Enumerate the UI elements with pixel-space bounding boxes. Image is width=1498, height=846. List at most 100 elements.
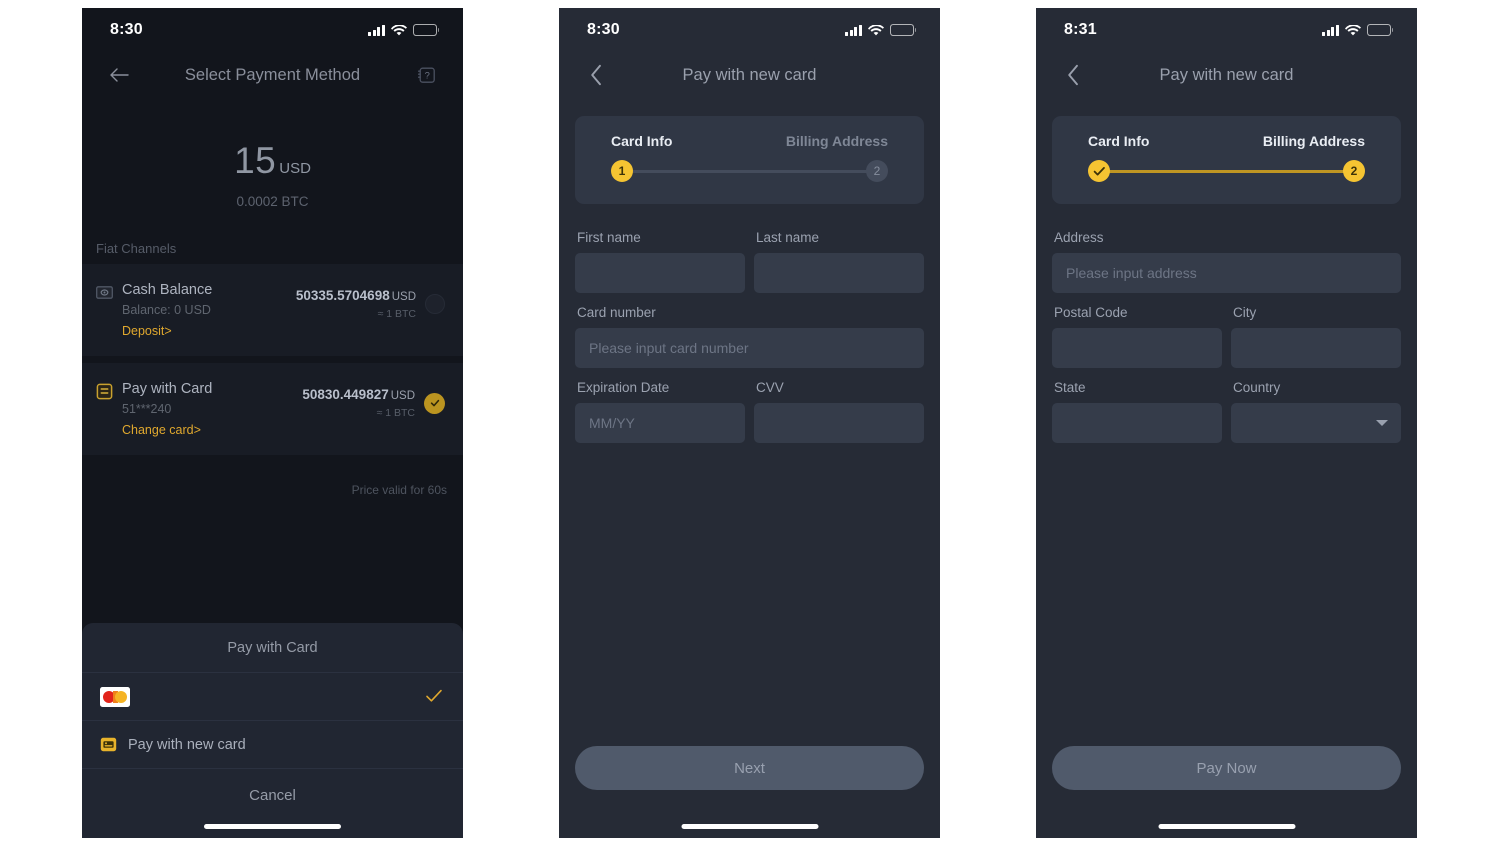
step-dot-2[interactable]: 2 (1343, 160, 1365, 182)
cancel-button[interactable]: Cancel (82, 769, 463, 824)
phone-screen-select-payment-method: 8:30 Select Payment Method ? 15 USD 0.00… (82, 8, 463, 838)
check-icon (1093, 166, 1105, 175)
stepper-connector (622, 169, 877, 173)
sheet-option-saved-mastercard[interactable] (82, 673, 463, 720)
card-number-input[interactable]: Please input card number (575, 328, 924, 368)
address-input[interactable]: Please input address (1052, 253, 1401, 293)
step-dot-1-complete[interactable] (1088, 160, 1110, 182)
form-row-state-country: State Country (1052, 368, 1401, 443)
nav-bar: Pay with new card (559, 52, 940, 98)
screenshot-stage: 8:30 Select Payment Method ? 15 USD 0.00… (0, 0, 1498, 846)
first-name-input[interactable] (575, 253, 745, 293)
step-label-billing-address: Billing Address (785, 133, 888, 149)
rate-wrap: 50335.5704698 USD ≈ 1 BTC (296, 288, 416, 320)
payment-method-info: Pay with Card 51***240 Change card> (122, 381, 302, 437)
rate-row: 50335.5704698 USD (296, 288, 416, 303)
field-label: Card number (577, 305, 656, 320)
cellular-signal-icon (845, 24, 862, 36)
arrow-left-icon (110, 68, 129, 82)
field-label: Address (1054, 230, 1104, 245)
stepper-track: 1 2 (611, 160, 888, 182)
card-info-form: First name Last name Card number Please … (559, 204, 940, 443)
field-label: CVV (756, 380, 784, 395)
field-address: Address Please input address (1052, 230, 1401, 293)
field-card-number: Card number Please input card number (575, 305, 924, 368)
amount-currency: USD (279, 160, 311, 177)
payment-method-pay-with-card[interactable]: Pay with Card 51***240 Change card> 5083… (82, 363, 463, 455)
field-label: Last name (756, 230, 820, 245)
next-button[interactable]: Next (575, 746, 924, 790)
stepper-track: 2 (1088, 160, 1365, 182)
pay-with-card-bottom-sheet: Pay with Card Pay with new card Cancel (82, 623, 463, 838)
rate-wrap: 50830.449827 USD ≈ 1 BTC (302, 387, 415, 419)
deposit-link[interactable]: Deposit> (122, 324, 296, 338)
payment-method-title: Pay with Card (122, 381, 213, 397)
help-button[interactable]: ? (411, 60, 441, 90)
placeholder: MM/YY (589, 415, 635, 431)
field-last-name: Last name (754, 218, 924, 293)
chevron-left-icon (1067, 64, 1078, 86)
home-indicator (681, 824, 818, 829)
field-state: State (1052, 368, 1222, 443)
chevron-down-icon (1376, 420, 1388, 426)
mastercard-icon (100, 686, 130, 707)
amount-value: 15 (234, 140, 277, 181)
payment-method-subtitle: 51***240 (122, 402, 172, 416)
step-dot-1[interactable]: 1 (611, 160, 633, 182)
back-button[interactable] (581, 60, 611, 90)
rate-subtitle: ≈ 1 BTC (377, 308, 416, 320)
wifi-icon (868, 24, 884, 36)
status-bar: 8:30 (82, 8, 463, 52)
change-card-link[interactable]: Change card> (122, 423, 302, 437)
page-title: Pay with new card (682, 65, 817, 84)
amount-block: 15 USD 0.0002 BTC (82, 98, 463, 209)
battery-icon (890, 24, 917, 36)
payment-method-list: Cash Balance Balance: 0 USD Deposit> 503… (82, 264, 463, 455)
card-icon (96, 383, 113, 400)
field-label: Postal Code (1054, 305, 1128, 320)
check-icon (430, 399, 439, 407)
field-expiration-date: Expiration Date MM/YY (575, 368, 745, 443)
battery-icon (1367, 24, 1394, 36)
back-button[interactable] (1058, 60, 1088, 90)
nav-bar: Select Payment Method ? (82, 52, 463, 98)
form-row-postal-city: Postal Code City (1052, 293, 1401, 368)
page-title: Pay with new card (1159, 65, 1294, 84)
step-dot-2[interactable]: 2 (866, 160, 888, 182)
form-row-names: First name Last name (575, 218, 924, 293)
state-input[interactable] (1052, 403, 1222, 443)
radio-selected[interactable] (424, 392, 445, 414)
stepper-labels: Card Info Billing Address (611, 133, 888, 149)
payment-method-cash-balance[interactable]: Cash Balance Balance: 0 USD Deposit> 503… (82, 264, 463, 356)
field-label: State (1054, 380, 1086, 395)
status-time: 8:30 (110, 21, 143, 38)
wifi-icon (1345, 24, 1361, 36)
field-label: City (1233, 305, 1257, 320)
pay-now-button[interactable]: Pay Now (1052, 746, 1401, 790)
back-button[interactable] (104, 60, 134, 90)
step-label-card-info: Card Info (1088, 133, 1150, 149)
radio-unselected[interactable] (425, 294, 445, 314)
field-label: Country (1233, 380, 1281, 395)
placeholder: Please input address (1066, 265, 1197, 281)
status-time: 8:30 (587, 21, 620, 38)
home-indicator (1158, 824, 1295, 829)
sheet-option-pay-with-new-card[interactable]: Pay with new card (82, 721, 463, 768)
last-name-input[interactable] (754, 253, 924, 293)
cvv-input[interactable] (754, 403, 924, 443)
field-first-name: First name (575, 218, 745, 293)
step-label-billing-address: Billing Address (1262, 133, 1365, 149)
status-icons (1322, 24, 1394, 36)
field-label: Expiration Date (577, 380, 670, 395)
status-bar: 8:31 (1036, 8, 1417, 52)
payment-method-title: Cash Balance (122, 282, 213, 298)
city-input[interactable] (1231, 328, 1401, 368)
postal-code-input[interactable] (1052, 328, 1222, 368)
nav-bar: Pay with new card (1036, 52, 1417, 98)
country-select[interactable] (1231, 403, 1401, 443)
battery-icon (413, 24, 440, 36)
expiration-date-input[interactable]: MM/YY (575, 403, 745, 443)
page-title: Select Payment Method (184, 65, 361, 84)
new-card-icon (100, 737, 117, 752)
stepper-connector (1099, 169, 1354, 173)
